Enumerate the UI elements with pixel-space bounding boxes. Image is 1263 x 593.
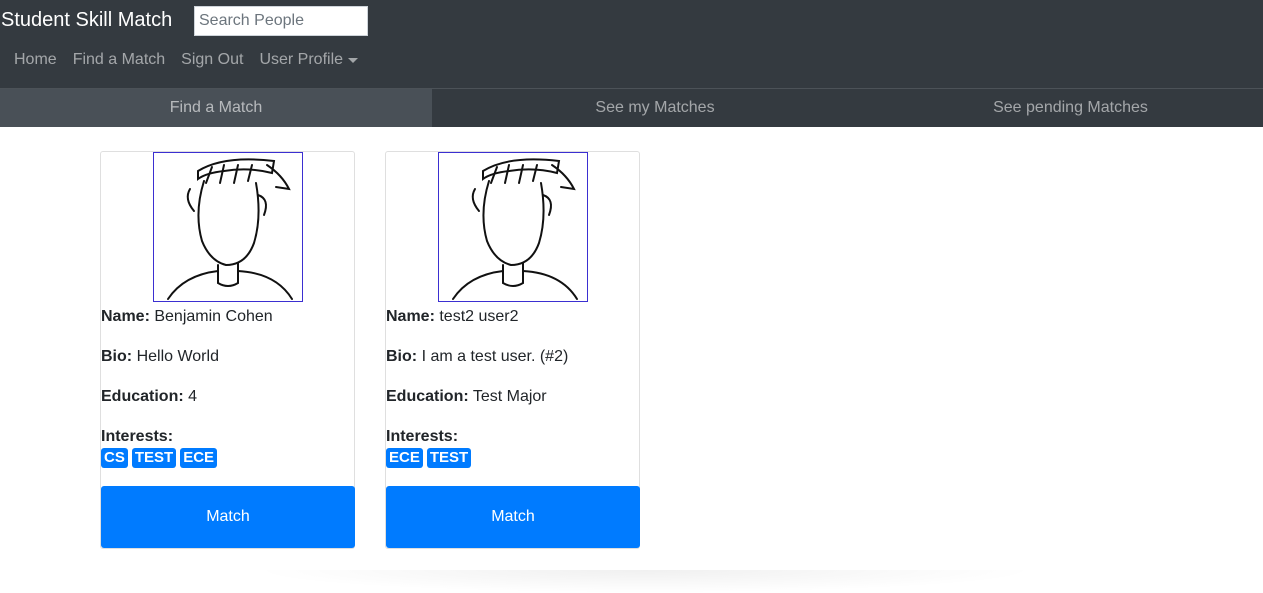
interest-badge: ECE: [386, 448, 423, 468]
nav-home-label: Home: [14, 51, 57, 68]
nav-find-match-link[interactable]: Find a Match: [73, 50, 165, 70]
bio-field: Bio: Hello World: [101, 347, 354, 387]
interests-label: Interests:: [101, 428, 174, 445]
name-value: test2 user2: [439, 308, 519, 325]
brand-title[interactable]: Student Skill Match: [1, 7, 172, 33]
top-navbar: Student Skill Match Home Find a Match Si…: [0, 0, 1263, 88]
tab-see-my-matches[interactable]: See my Matches: [432, 89, 878, 127]
nav-sign-out-label: Sign Out: [181, 51, 244, 68]
interest-badges: CS TEST ECE: [101, 448, 354, 468]
search-people-input[interactable]: [194, 6, 368, 36]
match-button[interactable]: Match: [386, 486, 640, 548]
interest-badge: ECE: [180, 448, 218, 468]
interest-badge: TEST: [131, 448, 177, 468]
name-field: Name: Benjamin Cohen: [101, 307, 354, 347]
person-sketch-avatar-icon: [452, 158, 578, 300]
nav-links: Home Find a Match Sign Out User Profile: [14, 50, 374, 70]
match-card: Name: Benjamin Cohen Bio: Hello World Ed…: [100, 151, 355, 549]
name-label: Name:: [101, 308, 150, 325]
education-field: Education: 4: [101, 387, 354, 427]
bio-field: Bio: I am a test user. (#2): [386, 347, 639, 387]
avatar: [153, 152, 303, 302]
avatar: [438, 152, 588, 302]
match-button[interactable]: Match: [101, 486, 355, 548]
tab-find-match[interactable]: Find a Match: [0, 89, 432, 127]
nav-user-profile-label: User Profile: [259, 51, 344, 68]
name-label: Name:: [386, 308, 435, 325]
nav-find-match-label: Find a Match: [72, 51, 166, 68]
nav-sign-out-link[interactable]: Sign Out: [181, 50, 243, 70]
interest-badge: CS: [101, 448, 128, 468]
bio-label: Bio:: [386, 348, 418, 365]
match-tabs: Find a Match See my Matches See pending …: [0, 88, 1263, 127]
bio-label: Bio:: [101, 348, 133, 365]
bio-value: I am a test user. (#2): [421, 348, 569, 365]
footer-shadow: [250, 570, 1040, 593]
education-value: Test Major: [472, 388, 547, 405]
person-sketch-avatar-icon: [167, 158, 293, 300]
profile-fields: Name: Benjamin Cohen Bio: Hello World Ed…: [101, 307, 354, 468]
interest-badges: ECE TEST: [386, 448, 639, 468]
nav-user-profile-dropdown[interactable]: User Profile: [259, 50, 359, 70]
interests-label: Interests:: [386, 428, 459, 445]
education-label: Education:: [386, 388, 469, 405]
education-field: Education: Test Major: [386, 387, 639, 427]
education-value: 4: [188, 388, 198, 405]
interest-badge: TEST: [426, 448, 472, 468]
name-field: Name: test2 user2: [386, 307, 639, 347]
caret-down-icon: [348, 57, 359, 63]
name-value: Benjamin Cohen: [154, 308, 273, 325]
tab-see-pending-matches[interactable]: See pending Matches: [878, 89, 1263, 127]
profile-fields: Name: test2 user2 Bio: I am a test user.…: [386, 307, 639, 468]
bio-value: Hello World: [136, 348, 219, 365]
match-card: Name: test2 user2 Bio: I am a test user.…: [385, 151, 640, 549]
education-label: Education:: [101, 388, 184, 405]
nav-home-link[interactable]: Home: [14, 50, 57, 70]
